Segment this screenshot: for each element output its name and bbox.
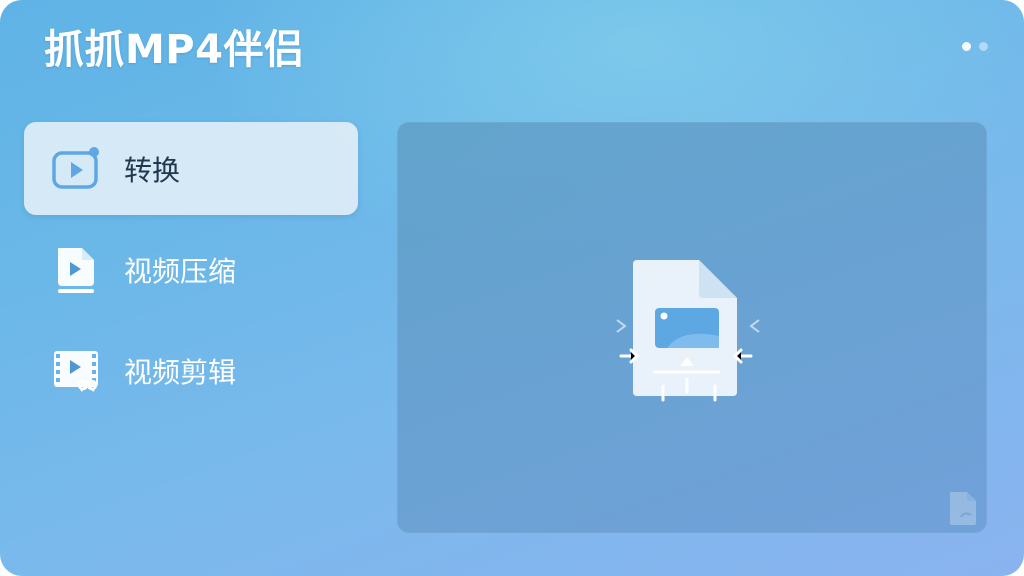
sidebar-item-label: 视频剪辑: [124, 355, 237, 389]
document-icon: [947, 489, 979, 527]
page-indicator: [962, 42, 988, 51]
sidebar-item-label: 转换: [124, 153, 181, 187]
sidebar-item-convert[interactable]: 转换: [24, 122, 358, 215]
sidebar-item-video-compress[interactable]: 视频压缩: [24, 223, 358, 316]
video-file-compress-icon: [50, 244, 102, 296]
video-convert-icon: [50, 143, 102, 195]
sidebar-nav: 转换 视频压缩 视频剪辑: [24, 122, 358, 425]
file-drop-zone[interactable]: [397, 122, 987, 533]
app-title: 抓抓MP4伴侣: [44, 27, 305, 73]
app-window: 抓抓MP4伴侣 转换 视频压缩 视频剪辑: [0, 0, 1024, 576]
sidebar-item-video-edit[interactable]: 视频剪辑: [24, 324, 358, 417]
page-dot-1[interactable]: [962, 42, 971, 51]
page-dot-2[interactable]: [979, 42, 988, 51]
sidebar-item-label: 视频压缩: [124, 254, 237, 288]
video-edit-icon: [50, 345, 102, 397]
file-drop-icon: [607, 254, 767, 404]
